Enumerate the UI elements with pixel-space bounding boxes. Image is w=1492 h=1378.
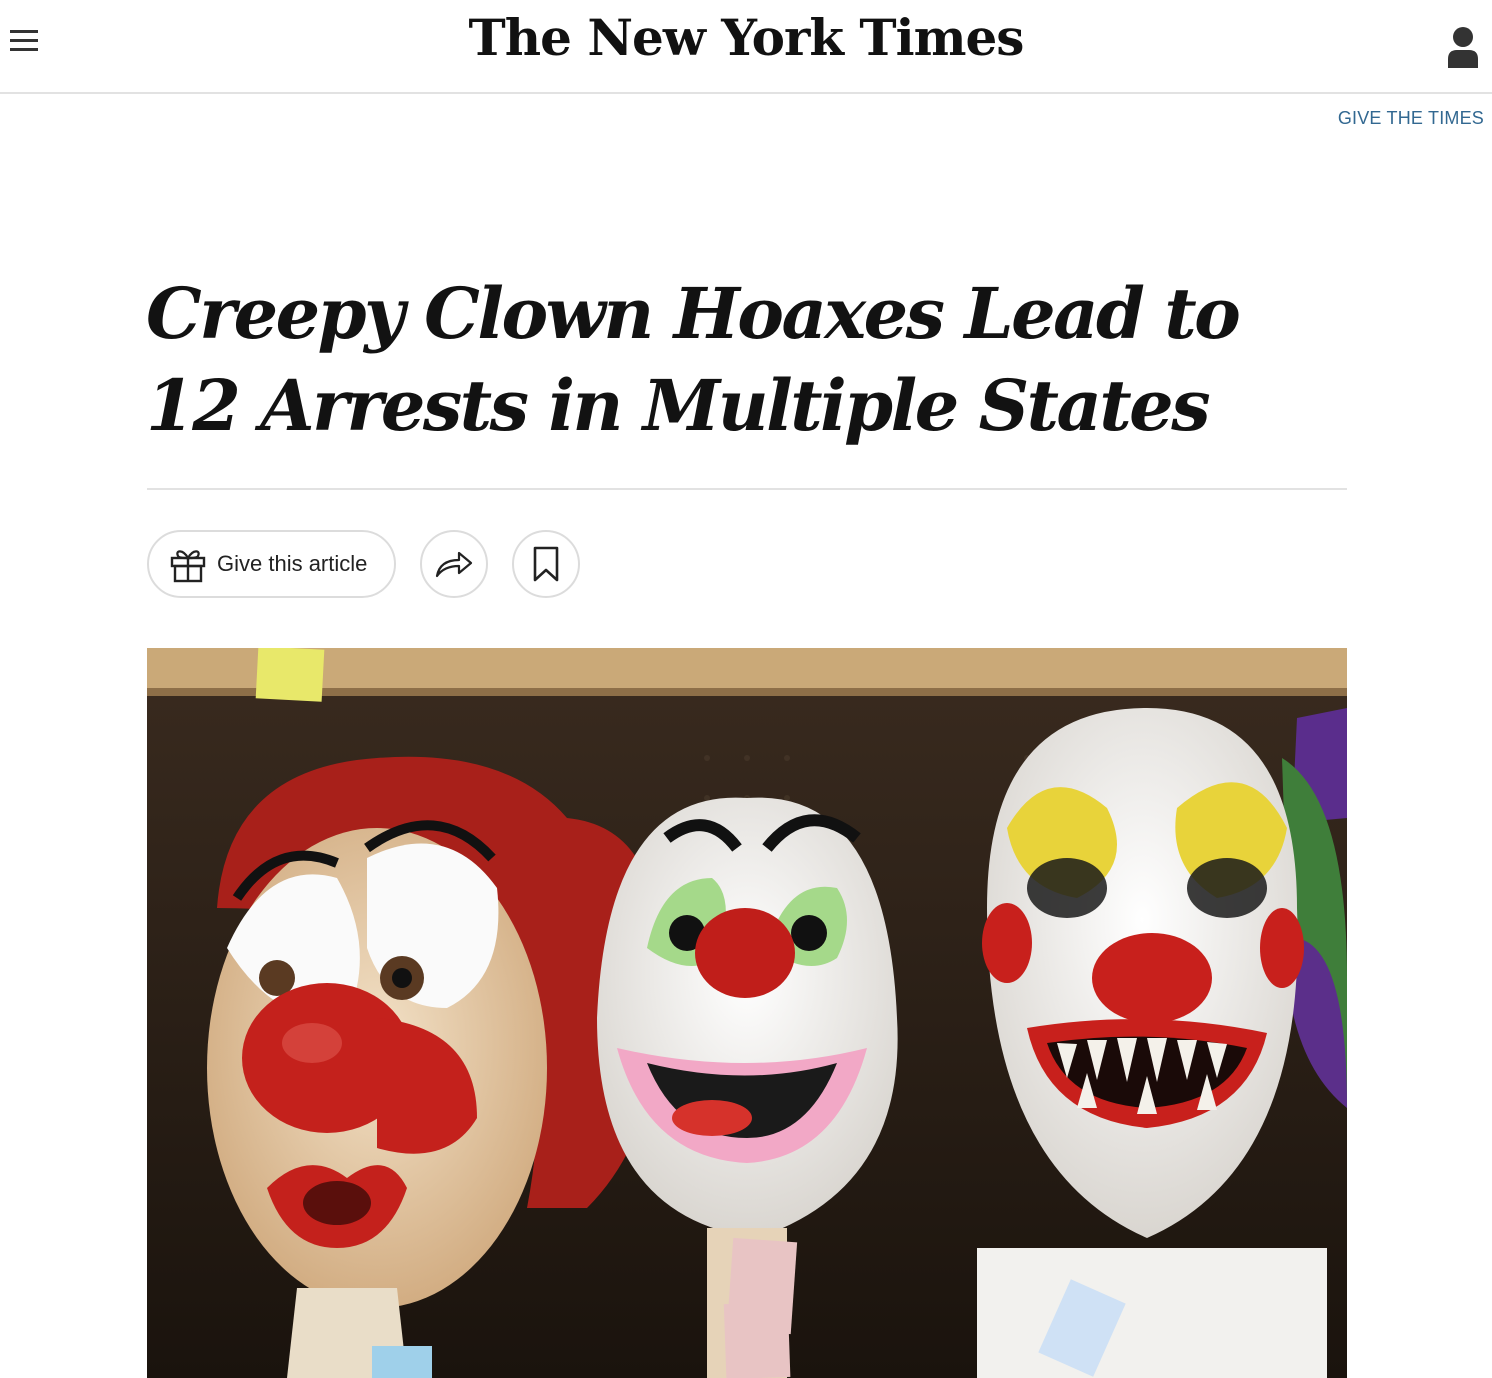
article-photo: [147, 648, 1347, 1378]
article-headline: Creepy Clown Hoaxes Lead to 12 Arrests i…: [146, 272, 1241, 447]
share-arrow-icon: [435, 551, 473, 578]
gift-icon: [170, 550, 206, 583]
user-account-icon[interactable]: [1446, 26, 1480, 68]
share-button[interactable]: [420, 530, 488, 598]
bookmark-icon: [533, 546, 559, 582]
divider: [147, 488, 1347, 490]
nyt-logo[interactable]: The New York Times: [0, 8, 1492, 67]
masthead: The New York Times: [0, 0, 1492, 94]
give-the-times-link[interactable]: GIVE THE TIMES: [1338, 108, 1484, 129]
save-bookmark-button[interactable]: [512, 530, 580, 598]
give-article-label: Give this article: [217, 551, 368, 576]
give-article-button[interactable]: Give this article: [147, 530, 396, 598]
